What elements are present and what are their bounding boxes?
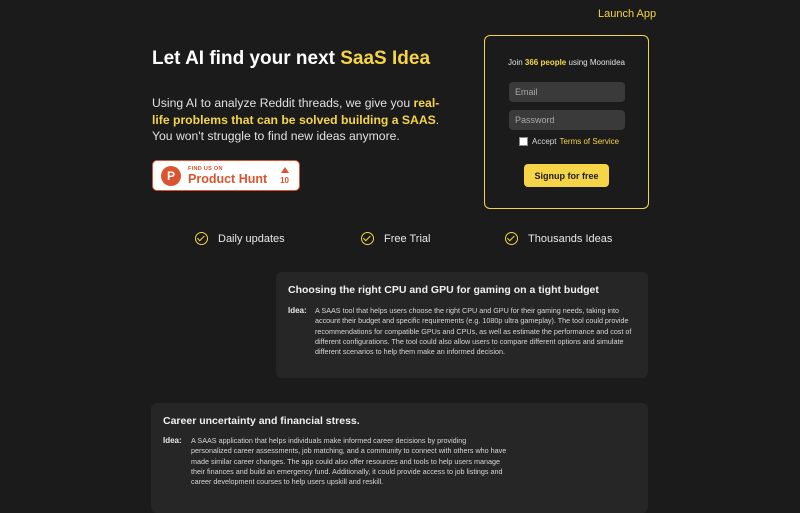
feature-daily-updates: Daily updates xyxy=(195,232,285,245)
product-hunt-text: FIND US ON Product Hunt xyxy=(188,166,267,186)
join-count: 366 people xyxy=(524,58,567,67)
hero-description: Using AI to analyze Reddit threads, we g… xyxy=(152,95,452,145)
hero-title-prefix: Let AI find your next xyxy=(152,48,341,69)
idea-card-title: Choosing the right CPU and GPU for gamin… xyxy=(288,284,599,296)
password-field[interactable] xyxy=(509,110,625,130)
terms-of-service-link[interactable]: Terms of Service xyxy=(559,137,619,146)
idea-label: Idea: xyxy=(163,436,182,445)
product-hunt-votes: 10 xyxy=(280,166,289,185)
check-circle-icon xyxy=(195,232,208,245)
terms-row: Accept Terms of Service xyxy=(519,137,619,146)
join-text: Join 366 people using Moonidea xyxy=(485,58,648,67)
product-hunt-logo-icon: P xyxy=(161,165,181,186)
check-circle-icon xyxy=(361,232,374,245)
hero-title-accent: SaaS Idea xyxy=(340,48,431,69)
idea-card[interactable]: Choosing the right CPU and GPU for gamin… xyxy=(276,272,648,378)
hero-title: Let AI find your next SaaS Idea xyxy=(152,48,430,70)
accept-label: Accept xyxy=(532,137,557,146)
feature-label: Free Trial xyxy=(384,232,431,245)
signup-panel: Join 366 people using Moonidea Accept Te… xyxy=(484,35,649,209)
idea-card-title: Career uncertainty and financial stress. xyxy=(163,415,360,427)
feature-label: Thousands Ideas xyxy=(528,232,613,245)
product-hunt-badge[interactable]: P FIND US ON Product Hunt 10 xyxy=(152,160,300,191)
idea-text: A SAAS tool that helps users choose the … xyxy=(315,306,632,357)
product-hunt-vote-count: 10 xyxy=(280,175,289,185)
feature-free-trial: Free Trial xyxy=(361,232,430,245)
idea-label: Idea: xyxy=(288,306,307,315)
email-field[interactable] xyxy=(509,82,625,102)
hero-desc-part1: Using AI to analyze Reddit threads, we g… xyxy=(152,96,414,110)
idea-text: A SAAS application that helps individual… xyxy=(191,436,507,487)
feature-label: Daily updates xyxy=(218,232,285,245)
join-prefix: Join xyxy=(508,58,525,67)
feature-thousands-ideas: Thousands Ideas xyxy=(505,232,612,245)
idea-card[interactable]: Career uncertainty and financial stress.… xyxy=(151,403,648,513)
upvote-triangle-icon xyxy=(280,166,289,173)
check-circle-icon xyxy=(505,232,518,245)
signup-button[interactable]: Signup for free xyxy=(524,164,609,187)
join-suffix: using Moonidea xyxy=(566,58,625,67)
product-hunt-name: Product Hunt xyxy=(188,171,268,186)
launch-app-link[interactable]: Launch App xyxy=(598,8,656,20)
terms-checkbox[interactable] xyxy=(519,137,528,146)
